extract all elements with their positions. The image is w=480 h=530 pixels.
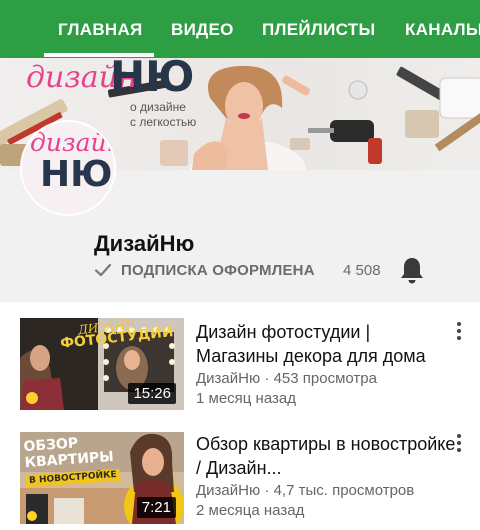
video-channel: ДизайНю [196, 370, 261, 387]
video-list-item[interactable]: ДИЗАЙН ФОТОСТУДИИ 15:26 Дизайн фотостуди… [0, 316, 480, 422]
thumbnail-caption-title: ОБЗОР КВАРТИРЫ [23, 433, 114, 471]
avatar-logo-script: дизайн [30, 128, 116, 157]
more-options-icon[interactable] [456, 322, 462, 342]
avatar-logo-bold: НЮ [40, 154, 113, 195]
video-stats: ДизайНю · 4,7 тыс. просмотров [196, 482, 415, 499]
banner-tagline-line1: о дизайне [130, 100, 186, 114]
active-tab-indicator [44, 53, 154, 57]
notification-bell-icon[interactable] [399, 256, 425, 284]
video-thumbnail[interactable]: ОБЗОР КВАРТИРЫ В НОВОСТРОЙКЕ 7:21 [20, 432, 184, 524]
video-title[interactable]: Дизайн фотостудии | Магазины декора для … [196, 320, 456, 368]
channel-avatar[interactable]: дизайн НЮ [20, 120, 116, 216]
more-options-icon[interactable] [456, 434, 462, 454]
tab-home[interactable]: ГЛАВНАЯ [58, 20, 143, 40]
top-tab-bar: ГЛАВНАЯ ВИДЕО ПЛЕЙЛИСТЫ КАНАЛЫ [0, 0, 480, 58]
subscribed-button[interactable]: ПОДПИСКА ОФОРМЛЕНА [121, 262, 315, 279]
video-duration: 15:26 [128, 383, 176, 404]
tab-channels[interactable]: КАНАЛЫ [405, 20, 480, 40]
tab-videos[interactable]: ВИДЕО [171, 20, 234, 40]
banner-tagline-line2: с легкостью [130, 115, 197, 129]
subscriber-count: 4 508 [343, 262, 381, 279]
video-title[interactable]: Обзор квартиры в новостройке / Дизайн... [196, 432, 456, 480]
video-channel: ДизайНю [196, 482, 261, 499]
video-age: 1 месяц назад [196, 390, 296, 407]
video-thumbnail[interactable]: ДИЗАЙН ФОТОСТУДИИ 15:26 [20, 318, 184, 410]
video-duration: 7:21 [136, 497, 176, 518]
banner-tagline: о дизайне с легкостью [130, 100, 196, 130]
tab-playlists[interactable]: ПЛЕЙЛИСТЫ [262, 20, 375, 40]
checkmark-icon [94, 263, 112, 277]
video-age: 2 месяца назад [196, 502, 305, 519]
video-list-item[interactable]: ОБЗОР КВАРТИРЫ В НОВОСТРОЙКЕ 7:21 Обзор … [0, 428, 480, 530]
video-views: 453 просмотра [273, 370, 377, 387]
video-views: 4,7 тыс. просмотров [273, 482, 415, 499]
video-stats: ДизайНю · 453 просмотра [196, 370, 377, 387]
banner-logo-bold: НЮ [110, 58, 195, 101]
channel-name: ДизайНю [94, 231, 195, 256]
